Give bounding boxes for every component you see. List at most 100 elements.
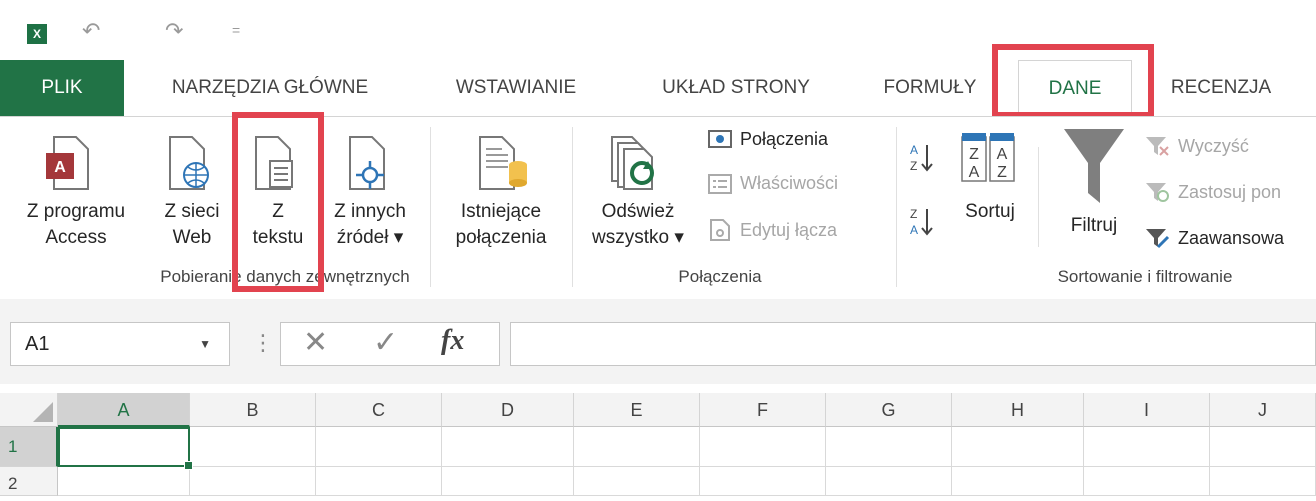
- cell-b2[interactable]: [190, 467, 316, 496]
- column-header-d[interactable]: D: [442, 393, 574, 427]
- insert-function-icon[interactable]: fx: [441, 325, 464, 357]
- advanced-filter-button[interactable]: Zaawansowa: [1144, 227, 1284, 249]
- group-label-sort-filter: Sortowanie i filtrowanie: [1057, 267, 1233, 286]
- svg-text:A: A: [969, 164, 980, 181]
- tab-data[interactable]: DANE: [1018, 60, 1132, 117]
- cell-a2[interactable]: [58, 467, 190, 496]
- existing-connections-button[interactable]: Istniejące połączenia: [440, 199, 562, 251]
- cell-b1[interactable]: [190, 427, 316, 467]
- from-other-sources-button[interactable]: Z innych źródeł ▾: [320, 199, 420, 251]
- name-box-dropdown-icon[interactable]: ▼: [199, 323, 211, 365]
- cell-e1[interactable]: [574, 427, 700, 467]
- formula-buttons: ✕ ✓ fx: [280, 322, 500, 366]
- separator: [896, 127, 897, 287]
- refresh-all-button[interactable]: Odśwież wszystko ▾: [580, 199, 696, 251]
- clear-filter-button[interactable]: Wyczyść: [1144, 135, 1249, 157]
- edit-links-label: Edytuj łącza: [740, 219, 838, 240]
- column-header-j[interactable]: J: [1210, 393, 1316, 427]
- name-box[interactable]: A1 ▼: [10, 322, 230, 366]
- cell-f1[interactable]: [700, 427, 826, 467]
- cell-c2[interactable]: [316, 467, 442, 496]
- edit-links-icon: [710, 219, 730, 241]
- tab-file[interactable]: PLIK: [0, 60, 124, 116]
- cell-j2[interactable]: [1210, 467, 1316, 496]
- advanced-filter-label: Zaawansowa: [1178, 227, 1285, 248]
- excel-icon: X: [27, 24, 47, 44]
- tab-insert[interactable]: WSTAWIANIE: [436, 60, 596, 116]
- edit-links-button[interactable]: Edytuj łącza: [708, 219, 837, 241]
- cell-h2[interactable]: [952, 467, 1084, 496]
- web-icon: [169, 136, 209, 190]
- undo-icon[interactable]: ↶: [82, 18, 100, 44]
- existing-connections-label-1: Istniejące: [460, 201, 542, 222]
- cell-f2[interactable]: [700, 467, 826, 496]
- sort-ascending-button[interactable]: AZ: [908, 141, 934, 175]
- properties-label: Właściwości: [740, 173, 839, 193]
- cell-g1[interactable]: [826, 427, 952, 467]
- from-web-button[interactable]: Z sieci Web: [152, 199, 232, 251]
- advanced-filter-icon: [1146, 229, 1170, 249]
- column-header-a[interactable]: A: [58, 393, 190, 427]
- column-header-i[interactable]: I: [1084, 393, 1210, 427]
- connections-label: Połączenia: [740, 129, 829, 149]
- redo-icon[interactable]: ↷: [165, 18, 183, 44]
- refresh-all-label-2: wszystko ▾: [592, 227, 684, 248]
- cell-e2[interactable]: [574, 467, 700, 496]
- svg-text:Z: Z: [997, 164, 1007, 181]
- sort-descending-button[interactable]: ZA: [908, 205, 934, 239]
- connections-button[interactable]: Połączenia: [708, 129, 828, 150]
- filter-button[interactable]: Filtruj: [1050, 213, 1138, 239]
- select-all-corner[interactable]: [0, 393, 58, 427]
- sort-button[interactable]: Sortuj: [950, 199, 1030, 225]
- select-all-icon: [33, 402, 53, 422]
- active-cell-indicator: [58, 427, 193, 470]
- filter-icon: [1064, 129, 1124, 203]
- column-header-h[interactable]: H: [952, 393, 1084, 427]
- row-header-2[interactable]: 2: [0, 467, 58, 496]
- group-label-connections: Połączenia: [678, 267, 762, 286]
- customize-toolbar-icon[interactable]: =: [232, 22, 240, 38]
- quick-access-toolbar: X ↶ ↷ =: [0, 0, 1316, 60]
- cancel-icon[interactable]: ✕: [303, 325, 328, 360]
- svg-text:Z: Z: [910, 159, 917, 173]
- from-other-label-2: źródeł ▾: [336, 227, 404, 248]
- reapply-filter-icon: [1146, 183, 1169, 202]
- row-header-1[interactable]: 1: [0, 427, 58, 467]
- column-header-c[interactable]: C: [316, 393, 442, 427]
- cell-d1[interactable]: [442, 427, 574, 467]
- column-header-g[interactable]: G: [826, 393, 952, 427]
- svg-text:Z: Z: [969, 146, 979, 163]
- formula-input[interactable]: [510, 322, 1316, 366]
- separator: [430, 127, 431, 287]
- formula-bar-resize-icon[interactable]: ⋮: [252, 330, 274, 356]
- from-access-button[interactable]: Z programu Access: [0, 199, 152, 251]
- access-icon: A: [46, 136, 89, 190]
- separator: [572, 127, 573, 287]
- group-label-external-data: Pobieranie danych zewnętrznych: [160, 267, 410, 286]
- other-sources-icon: [349, 136, 385, 190]
- cell-i2[interactable]: [1084, 467, 1210, 496]
- reapply-filter-label: Zastosuj pon: [1178, 181, 1282, 202]
- tab-page-layout[interactable]: UKŁAD STRONY: [636, 60, 836, 116]
- cell-c1[interactable]: [316, 427, 442, 467]
- from-access-label-2: Access: [45, 227, 107, 248]
- cell-d2[interactable]: [442, 467, 574, 496]
- cell-g2[interactable]: [826, 467, 952, 496]
- enter-icon[interactable]: ✓: [373, 325, 398, 360]
- cell-h1[interactable]: [952, 427, 1084, 467]
- reapply-filter-button[interactable]: Zastosuj pon: [1144, 181, 1281, 203]
- column-header-e[interactable]: E: [574, 393, 700, 427]
- cell-j1[interactable]: [1210, 427, 1316, 467]
- clear-filter-icon: [1146, 137, 1169, 156]
- column-header-f[interactable]: F: [700, 393, 826, 427]
- cell-i1[interactable]: [1084, 427, 1210, 467]
- tab-home[interactable]: NARZĘDZIA GŁÓWNE: [150, 60, 390, 116]
- tab-formulas[interactable]: FORMUŁY: [870, 60, 990, 116]
- tab-review[interactable]: RECENZJA: [1146, 60, 1296, 116]
- column-header-b[interactable]: B: [190, 393, 316, 427]
- svg-text:Z: Z: [910, 207, 917, 221]
- from-text-button[interactable]: Z tekstu: [238, 199, 318, 251]
- existing-connections-label-2: połączenia: [455, 227, 547, 248]
- from-web-label-1: Z sieci: [164, 201, 220, 222]
- properties-button[interactable]: Właściwości: [708, 173, 838, 194]
